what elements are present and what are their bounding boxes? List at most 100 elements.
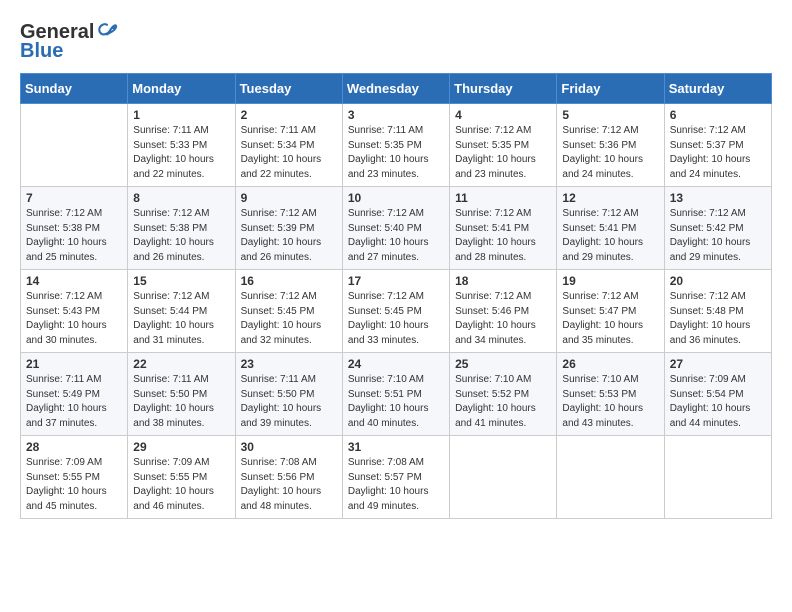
day-number: 4	[455, 108, 551, 122]
day-number: 7	[26, 191, 122, 205]
calendar-cell: 29 Sunrise: 7:09 AM Sunset: 5:55 PM Dayli…	[128, 436, 235, 519]
calendar-header-friday: Friday	[557, 74, 664, 104]
day-info: Sunrise: 7:12 AM Sunset: 5:42 PM Dayligh…	[670, 207, 766, 265]
calendar-cell: 4 Sunrise: 7:12 AM Sunset: 5:35 PM Daylig…	[450, 104, 557, 187]
calendar-cell: 31 Sunrise: 7:08 AM Sunset: 5:57 PM Dayli…	[342, 436, 449, 519]
day-number: 1	[133, 108, 229, 122]
calendar-cell: 10 Sunrise: 7:12 AM Sunset: 5:40 PM Dayli…	[342, 187, 449, 270]
day-number: 12	[562, 191, 658, 205]
calendar-week-row-1: 1 Sunrise: 7:11 AM Sunset: 5:33 PM Daylig…	[21, 104, 772, 187]
day-info: Sunrise: 7:11 AM Sunset: 5:49 PM Dayligh…	[26, 373, 122, 431]
calendar-cell: 21 Sunrise: 7:11 AM Sunset: 5:49 PM Dayli…	[21, 353, 128, 436]
calendar-cell	[21, 104, 128, 187]
calendar-week-row-2: 7 Sunrise: 7:12 AM Sunset: 5:38 PM Daylig…	[21, 187, 772, 270]
day-number: 11	[455, 191, 551, 205]
day-number: 15	[133, 274, 229, 288]
day-info: Sunrise: 7:12 AM Sunset: 5:37 PM Dayligh…	[670, 124, 766, 182]
logo-bird-icon	[95, 20, 119, 44]
day-number: 3	[348, 108, 444, 122]
day-number: 17	[348, 274, 444, 288]
day-info: Sunrise: 7:11 AM Sunset: 5:50 PM Dayligh…	[133, 373, 229, 431]
day-number: 27	[670, 357, 766, 371]
calendar-cell: 2 Sunrise: 7:11 AM Sunset: 5:34 PM Daylig…	[235, 104, 342, 187]
day-info: Sunrise: 7:10 AM Sunset: 5:51 PM Dayligh…	[348, 373, 444, 431]
calendar-cell: 6 Sunrise: 7:12 AM Sunset: 5:37 PM Daylig…	[664, 104, 771, 187]
day-info: Sunrise: 7:11 AM Sunset: 5:50 PM Dayligh…	[241, 373, 337, 431]
day-info: Sunrise: 7:09 AM Sunset: 5:55 PM Dayligh…	[133, 456, 229, 514]
calendar-header-sunday: Sunday	[21, 74, 128, 104]
day-info: Sunrise: 7:12 AM Sunset: 5:38 PM Dayligh…	[133, 207, 229, 265]
day-info: Sunrise: 7:11 AM Sunset: 5:34 PM Dayligh…	[241, 124, 337, 182]
calendar-cell: 24 Sunrise: 7:10 AM Sunset: 5:51 PM Dayli…	[342, 353, 449, 436]
calendar-cell: 30 Sunrise: 7:08 AM Sunset: 5:56 PM Dayli…	[235, 436, 342, 519]
day-info: Sunrise: 7:12 AM Sunset: 5:48 PM Dayligh…	[670, 290, 766, 348]
day-info: Sunrise: 7:11 AM Sunset: 5:33 PM Dayligh…	[133, 124, 229, 182]
calendar-cell: 27 Sunrise: 7:09 AM Sunset: 5:54 PM Dayli…	[664, 353, 771, 436]
day-number: 9	[241, 191, 337, 205]
calendar-header-thursday: Thursday	[450, 74, 557, 104]
calendar-cell: 13 Sunrise: 7:12 AM Sunset: 5:42 PM Dayli…	[664, 187, 771, 270]
calendar-cell: 22 Sunrise: 7:11 AM Sunset: 5:50 PM Dayli…	[128, 353, 235, 436]
calendar-cell: 17Sunrise: 7:12 AM Sunset: 5:45 PM Dayli…	[342, 270, 449, 353]
day-info: Sunrise: 7:12 AM Sunset: 5:40 PM Dayligh…	[348, 207, 444, 265]
day-info: Sunrise: 7:10 AM Sunset: 5:53 PM Dayligh…	[562, 373, 658, 431]
calendar-cell: 28 Sunrise: 7:09 AM Sunset: 5:55 PM Dayli…	[21, 436, 128, 519]
calendar-cell: 9 Sunrise: 7:12 AM Sunset: 5:39 PM Daylig…	[235, 187, 342, 270]
calendar-cell	[450, 436, 557, 519]
day-number: 14	[26, 274, 122, 288]
logo-blue-text: Blue	[20, 40, 63, 63]
calendar-cell: 16 Sunrise: 7:12 AM Sunset: 5:45 PM Dayli…	[235, 270, 342, 353]
day-number: 16	[241, 274, 337, 288]
day-info: Sunrise: 7:08 AM Sunset: 5:57 PM Dayligh…	[348, 456, 444, 514]
day-info: Sunrise: 7:12 AM Sunset: 5:41 PM Dayligh…	[562, 207, 658, 265]
day-info: Sunrise: 7:12 AM Sunset: 5:41 PM Dayligh…	[455, 207, 551, 265]
day-number: 22	[133, 357, 229, 371]
day-number: 2	[241, 108, 337, 122]
calendar-cell: 12 Sunrise: 7:12 AM Sunset: 5:41 PM Dayli…	[557, 187, 664, 270]
day-info: Sunrise: 7:12 AM Sunset: 5:46 PM Dayligh…	[455, 290, 551, 348]
day-number: 29	[133, 440, 229, 454]
day-number: 24	[348, 357, 444, 371]
day-info: Sunrise: 7:12 AM Sunset: 5:43 PM Dayligh…	[26, 290, 122, 348]
calendar-header-wednesday: Wednesday	[342, 74, 449, 104]
day-number: 23	[241, 357, 337, 371]
day-info: Sunrise: 7:12 AM Sunset: 5:35 PM Dayligh…	[455, 124, 551, 182]
calendar-cell: 8Sunrise: 7:12 AM Sunset: 5:38 PM Daylig…	[128, 187, 235, 270]
calendar-cell: 15Sunrise: 7:12 AM Sunset: 5:44 PM Dayli…	[128, 270, 235, 353]
day-number: 13	[670, 191, 766, 205]
day-info: Sunrise: 7:09 AM Sunset: 5:54 PM Dayligh…	[670, 373, 766, 431]
calendar-header-saturday: Saturday	[664, 74, 771, 104]
day-info: Sunrise: 7:08 AM Sunset: 5:56 PM Dayligh…	[241, 456, 337, 514]
header: General Blue	[20, 20, 772, 63]
calendar-cell: 7 Sunrise: 7:12 AM Sunset: 5:38 PM Daylig…	[21, 187, 128, 270]
day-number: 5	[562, 108, 658, 122]
calendar-cell: 25Sunrise: 7:10 AM Sunset: 5:52 PM Dayli…	[450, 353, 557, 436]
calendar-week-row-5: 28 Sunrise: 7:09 AM Sunset: 5:55 PM Dayli…	[21, 436, 772, 519]
calendar-cell: 23 Sunrise: 7:11 AM Sunset: 5:50 PM Dayli…	[235, 353, 342, 436]
calendar-header-row: SundayMondayTuesdayWednesdayThursdayFrid…	[21, 74, 772, 104]
day-number: 31	[348, 440, 444, 454]
day-info: Sunrise: 7:12 AM Sunset: 5:36 PM Dayligh…	[562, 124, 658, 182]
day-number: 28	[26, 440, 122, 454]
calendar-cell: 20 Sunrise: 7:12 AM Sunset: 5:48 PM Dayli…	[664, 270, 771, 353]
calendar-week-row-4: 21 Sunrise: 7:11 AM Sunset: 5:49 PM Dayli…	[21, 353, 772, 436]
calendar-cell: 14 Sunrise: 7:12 AM Sunset: 5:43 PM Dayli…	[21, 270, 128, 353]
calendar-cell	[664, 436, 771, 519]
calendar-cell: 26 Sunrise: 7:10 AM Sunset: 5:53 PM Dayli…	[557, 353, 664, 436]
day-info: Sunrise: 7:11 AM Sunset: 5:35 PM Dayligh…	[348, 124, 444, 182]
day-number: 30	[241, 440, 337, 454]
day-info: Sunrise: 7:12 AM Sunset: 5:38 PM Dayligh…	[26, 207, 122, 265]
calendar-cell	[557, 436, 664, 519]
day-info: Sunrise: 7:12 AM Sunset: 5:39 PM Dayligh…	[241, 207, 337, 265]
day-number: 10	[348, 191, 444, 205]
day-info: Sunrise: 7:12 AM Sunset: 5:45 PM Dayligh…	[241, 290, 337, 348]
calendar-table: SundayMondayTuesdayWednesdayThursdayFrid…	[20, 73, 772, 519]
calendar-cell: 1 Sunrise: 7:11 AM Sunset: 5:33 PM Daylig…	[128, 104, 235, 187]
day-info: Sunrise: 7:10 AM Sunset: 5:52 PM Dayligh…	[455, 373, 551, 431]
day-number: 6	[670, 108, 766, 122]
day-number: 21	[26, 357, 122, 371]
day-info: Sunrise: 7:12 AM Sunset: 5:47 PM Dayligh…	[562, 290, 658, 348]
day-number: 20	[670, 274, 766, 288]
day-number: 26	[562, 357, 658, 371]
day-info: Sunrise: 7:09 AM Sunset: 5:55 PM Dayligh…	[26, 456, 122, 514]
